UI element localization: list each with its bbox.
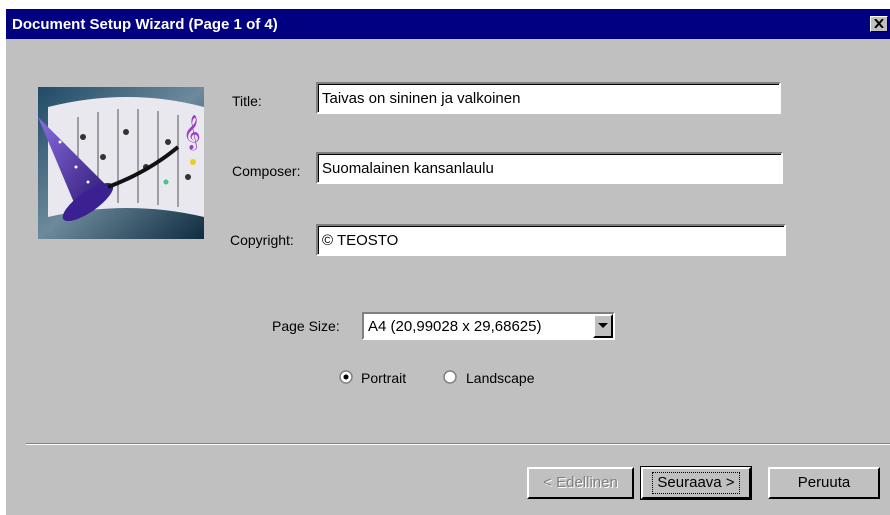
close-button[interactable] [870,16,888,32]
next-button-label: Seuraava > [652,472,740,494]
composer-label: Composer: [232,163,301,179]
title-input[interactable] [318,84,779,112]
landscape-radio[interactable] [443,370,457,384]
window-title: Document Setup Wizard (Page 1 of 4) [12,16,278,33]
wizard-hat-music-graphic: 𝄞 [38,87,204,239]
svg-text:𝄞: 𝄞 [183,115,201,151]
dropdown-arrow-icon [598,323,608,328]
back-button[interactable]: < Edellinen [527,467,634,499]
portrait-label[interactable]: Portrait [361,370,406,386]
page-size-select[interactable]: A4 (20,99028 x 29,68625) [362,312,615,340]
next-button[interactable]: Seuraava > [640,466,752,500]
dropdown-button[interactable] [593,314,613,338]
title-field[interactable] [316,82,781,114]
close-icon [874,19,884,28]
landscape-label[interactable]: Landscape [466,370,535,386]
page-size-value: A4 (20,99028 x 29,68625) [368,318,542,335]
cancel-button[interactable]: Peruuta [768,467,880,499]
composer-field[interactable] [316,152,783,184]
copyright-input[interactable] [318,226,784,254]
copyright-label: Copyright: [230,232,294,248]
wizard-window: Document Setup Wizard (Page 1 of 4) 𝄞 Ti… [6,9,890,515]
composer-input[interactable] [318,154,781,182]
title-bar: Document Setup Wizard (Page 1 of 4) [6,9,890,39]
title-label: Title: [232,93,262,109]
portrait-radio[interactable] [339,370,353,384]
copyright-field[interactable] [316,224,786,256]
page-size-label: Page Size: [272,318,340,334]
separator-highlight [26,444,890,445]
